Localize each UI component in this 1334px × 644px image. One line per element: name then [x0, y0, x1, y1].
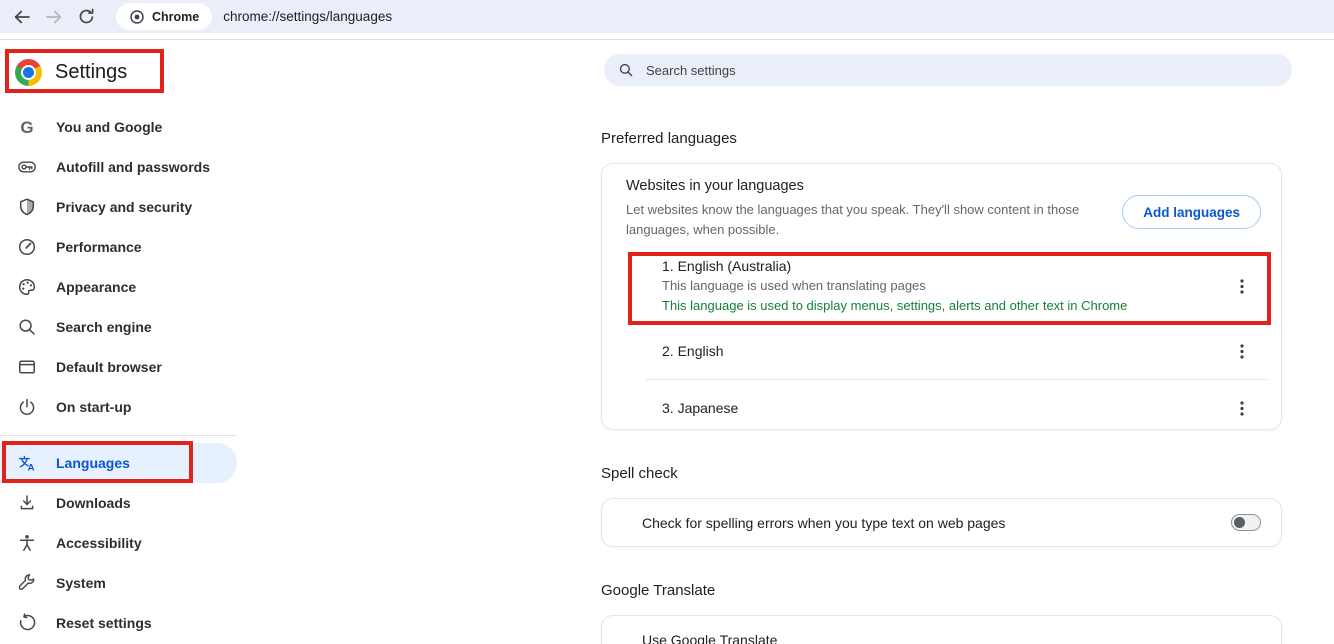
- back-button[interactable]: [6, 2, 38, 32]
- more-actions-button[interactable]: [1229, 395, 1255, 421]
- sidebar-item-languages[interactable]: A Languages: [0, 443, 237, 483]
- sidebar-item-default-browser[interactable]: Default browser: [0, 347, 240, 387]
- power-icon: [17, 397, 37, 417]
- shield-icon: [17, 197, 37, 217]
- search-settings-bar[interactable]: [604, 54, 1292, 86]
- language-row-japanese: 3. Japanese: [602, 380, 1281, 436]
- chrome-logo-icon: [15, 59, 42, 86]
- search-icon: [618, 62, 634, 78]
- add-languages-button[interactable]: Add languages: [1122, 195, 1261, 229]
- google-g-icon: G: [17, 117, 37, 137]
- site-chip-label: Chrome: [152, 10, 199, 24]
- accessibility-icon: [17, 533, 37, 553]
- reload-icon: [77, 7, 96, 26]
- sidebar-item-label: Downloads: [56, 495, 131, 511]
- language-name: 1. English (Australia): [662, 256, 1229, 276]
- site-chip[interactable]: Chrome: [116, 3, 212, 30]
- speedometer-icon: [17, 237, 37, 257]
- sidebar-item-search-engine[interactable]: Search engine: [0, 307, 240, 347]
- language-display-note: This language is used to display menus, …: [662, 296, 1229, 316]
- spell-check-label: Check for spelling errors when you type …: [642, 515, 1231, 531]
- translate-icon: A: [17, 453, 37, 473]
- sidebar-item-label: Default browser: [56, 359, 162, 375]
- sidebar-nav: G You and Google Autofill and passwords: [0, 107, 240, 643]
- sidebar-item-label: Appearance: [56, 279, 136, 295]
- kebab-menu-icon: [1235, 400, 1249, 417]
- sidebar-item-label: Languages: [56, 455, 130, 471]
- browser-topbar-band: Chrome chrome://settings/languages: [0, 0, 1334, 33]
- sidebar-item-accessibility[interactable]: Accessibility: [0, 523, 240, 563]
- reload-button[interactable]: [70, 2, 102, 32]
- language-name: 3. Japanese: [662, 398, 1229, 418]
- search-settings-input[interactable]: [644, 62, 1278, 79]
- sidebar-item-label: Performance: [56, 239, 142, 255]
- preferred-languages-heading: Preferred languages: [601, 130, 737, 147]
- sidebar-item-system[interactable]: System: [0, 563, 240, 603]
- sidebar-divider: [0, 435, 237, 436]
- sidebar-item-appearance[interactable]: Appearance: [0, 267, 240, 307]
- language-name: 2. English: [662, 341, 1229, 361]
- toggle-knob: [1234, 517, 1245, 528]
- google-translate-heading: Google Translate: [601, 582, 715, 599]
- browser-topbar: Chrome chrome://settings/languages: [0, 0, 1334, 40]
- sidebar-item-label: Reset settings: [56, 615, 152, 631]
- more-actions-button[interactable]: [1229, 338, 1255, 364]
- sidebar-item-performance[interactable]: Performance: [0, 227, 240, 267]
- kebab-menu-icon: [1235, 278, 1249, 295]
- back-arrow-icon: [12, 7, 32, 27]
- sidebar-item-label: Accessibility: [56, 535, 142, 551]
- spell-check-heading: Spell check: [601, 465, 678, 482]
- sidebar-item-label: On start-up: [56, 399, 131, 415]
- spell-check-card: Check for spelling errors when you type …: [601, 498, 1282, 547]
- sidebar-header: Settings: [15, 50, 240, 94]
- google-translate-card: Use Google Translate: [601, 615, 1282, 644]
- sidebar-item-privacy[interactable]: Privacy and security: [0, 187, 240, 227]
- reset-icon: [17, 613, 37, 633]
- card-description: Let websites know the languages that you…: [626, 200, 1092, 240]
- use-google-translate-row: Use Google Translate: [602, 616, 1281, 644]
- card-title: Websites in your languages: [626, 178, 1092, 194]
- preferred-languages-card: Websites in your languages Let websites …: [601, 163, 1282, 430]
- sidebar-item-label: Privacy and security: [56, 199, 192, 215]
- sidebar-item-on-startup[interactable]: On start-up: [0, 387, 240, 427]
- sidebar-item-you-and-google[interactable]: G You and Google: [0, 107, 240, 147]
- chrome-mono-icon: [129, 9, 145, 25]
- kebab-menu-icon: [1235, 343, 1249, 360]
- sidebar-item-label: Search engine: [56, 319, 152, 335]
- svg-text:A: A: [28, 462, 35, 473]
- settings-main: Preferred languages Websites in your lan…: [240, 41, 1334, 644]
- forward-button[interactable]: [38, 2, 70, 32]
- search-icon: [17, 317, 37, 337]
- sidebar-item-label: Autofill and passwords: [56, 159, 210, 175]
- download-icon: [17, 493, 37, 513]
- key-icon: [17, 157, 37, 177]
- language-row-english: 2. English: [602, 323, 1281, 379]
- sidebar-item-label: You and Google: [56, 119, 162, 135]
- wrench-icon: [17, 573, 37, 593]
- spell-check-row: Check for spelling errors when you type …: [602, 499, 1281, 546]
- sidebar-item-reset[interactable]: Reset settings: [0, 603, 240, 643]
- language-subtext: This language is used when translating p…: [662, 276, 1229, 296]
- browser-window-icon: [17, 357, 37, 377]
- chrome-settings-page: Chrome chrome://settings/languages Setti…: [0, 0, 1334, 644]
- more-actions-button[interactable]: [1229, 273, 1255, 299]
- palette-icon: [17, 277, 37, 297]
- sidebar-item-label: System: [56, 575, 106, 591]
- websites-languages-row: Websites in your languages Let websites …: [602, 164, 1281, 250]
- sidebar-item-autofill[interactable]: Autofill and passwords: [0, 147, 240, 187]
- settings-sidebar: Settings G You and Google Autofill and p…: [0, 41, 240, 644]
- spell-check-toggle[interactable]: [1231, 514, 1261, 531]
- use-google-translate-label: Use Google Translate: [642, 632, 1261, 644]
- forward-arrow-icon: [44, 7, 64, 27]
- language-row-english-australia: 1. English (Australia) This language is …: [602, 250, 1281, 322]
- url-text[interactable]: chrome://settings/languages: [223, 9, 392, 24]
- page-title: Settings: [55, 61, 127, 84]
- sidebar-item-downloads[interactable]: Downloads: [0, 483, 240, 523]
